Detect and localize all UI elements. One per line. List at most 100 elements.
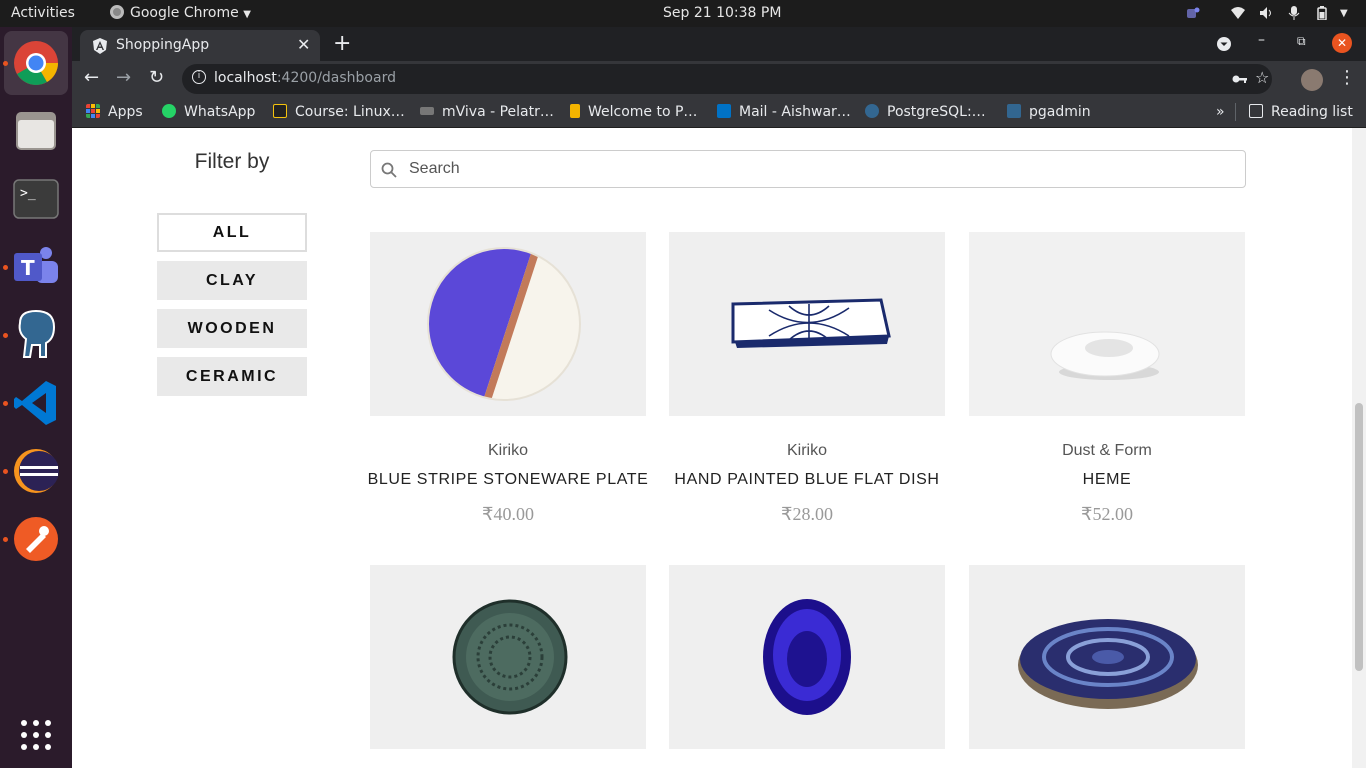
clock[interactable]: Sep 21 10:38 PM (663, 0, 781, 27)
bookmark-welcome[interactable]: Welcome to P… (570, 97, 697, 127)
postgres-icon (865, 104, 879, 118)
new-tab-icon[interactable]: + (333, 31, 351, 56)
product-image[interactable] (969, 565, 1245, 749)
angular-favicon-icon (93, 38, 107, 54)
reading-list-button[interactable]: Reading list (1249, 97, 1353, 127)
reading-list-icon (1249, 104, 1263, 118)
battery-icon[interactable] (1315, 6, 1329, 20)
vscode-icon (14, 381, 56, 425)
bookmark-apps[interactable]: Apps (86, 97, 143, 127)
page-scrollbar[interactable] (1352, 128, 1366, 768)
teams-tray-icon[interactable] (1186, 6, 1200, 20)
app-menu-label: Google Chrome (130, 5, 239, 21)
avatar[interactable] (1301, 69, 1323, 91)
tab-close-icon[interactable]: ✕ (297, 35, 310, 54)
forward-icon[interactable]: → (116, 67, 131, 88)
info-icon[interactable]: i (192, 70, 206, 84)
dock-eclipse[interactable] (4, 439, 68, 503)
address-bar[interactable]: i localhost:4200/dashboard ☆ (182, 64, 1272, 94)
product-image[interactable] (370, 565, 646, 749)
bookmark-label: Apps (108, 104, 143, 120)
filter-all-button[interactable]: ALL (157, 213, 307, 252)
restore-icon[interactable]: ⧉ (1297, 34, 1306, 49)
dock-teams[interactable]: T (4, 235, 68, 299)
terminal-icon: >_ (13, 179, 59, 219)
svg-text:>_: >_ (20, 186, 36, 201)
dock-postman[interactable] (4, 507, 68, 571)
bookmark-postgresql[interactable]: PostgreSQL:… (865, 97, 986, 127)
tab-search-icon[interactable] (1216, 36, 1232, 52)
painted-flat-dish-image (731, 298, 891, 348)
tab-strip: ShoppingApp ✕ + – ⧉ ✕ (72, 27, 1366, 61)
bookmark-star-icon[interactable]: ☆ (1255, 68, 1269, 87)
bookmark-label: PostgreSQL:… (887, 104, 986, 120)
microphone-icon[interactable] (1287, 6, 1301, 20)
product-image[interactable] (969, 232, 1245, 416)
product-image[interactable] (370, 232, 646, 416)
bookmark-label: WhatsApp (184, 104, 256, 120)
filter-wooden-button[interactable]: WOODEN (157, 309, 307, 348)
chrome-icon (14, 41, 58, 85)
dock-vscode[interactable] (4, 371, 68, 435)
swirl-blue-plate-image (1018, 619, 1198, 709)
product-image[interactable] (669, 232, 945, 416)
product-image[interactable] (669, 565, 945, 749)
search-input[interactable] (409, 151, 1229, 187)
activities-button[interactable]: Activities (11, 0, 75, 27)
tab-shoppingapp[interactable]: ShoppingApp ✕ (80, 30, 320, 61)
dock-chrome[interactable] (4, 31, 68, 95)
bookmark-mail[interactable]: Mail - Aishwar… (717, 97, 851, 127)
url-text[interactable]: localhost:4200/dashboard (214, 70, 396, 86)
product-name[interactable]: HEME (959, 471, 1255, 489)
dock-terminal[interactable]: >_ (4, 167, 68, 231)
scrollbar-thumb[interactable] (1355, 403, 1363, 671)
postgres-elephant-icon (18, 309, 56, 358)
app-menu[interactable]: Google Chrome ▼ (110, 0, 251, 27)
filter-clay-button[interactable]: CLAY (157, 261, 307, 300)
bookmark-label: pgadmin (1029, 104, 1091, 120)
key-icon[interactable] (1232, 72, 1248, 86)
product-name[interactable]: HAND PAINTED BLUE FLAT DISH (659, 471, 955, 489)
dock-pgadmin[interactable] (4, 303, 68, 367)
product-name[interactable]: BLUE STRIPE STONEWARE PLATE (360, 471, 656, 489)
window-close-icon[interactable]: ✕ (1332, 33, 1352, 53)
filter-ceramic-button[interactable]: CERAMIC (157, 357, 307, 396)
blue-oval-bowl-image (763, 599, 851, 715)
reading-list-label: Reading list (1271, 104, 1353, 120)
product-brand: Kiriko (487, 442, 528, 459)
lightning-icon (273, 104, 287, 118)
bookmark-label: mViva - Pelatr… (442, 104, 554, 120)
wifi-icon[interactable] (1231, 6, 1245, 20)
tab-title: ShoppingApp (116, 37, 210, 53)
dock-files[interactable] (4, 99, 68, 163)
bookmark-label: Course: Linux… (295, 104, 405, 120)
bookmark-mviva[interactable]: mViva - Pelatr… (420, 97, 554, 127)
apps-grid-icon (86, 104, 100, 118)
product-price: ₹40.00 (482, 504, 534, 524)
product-price: ₹28.00 (781, 504, 833, 524)
minimize-icon[interactable]: – (1258, 32, 1265, 48)
more-bookmarks-icon[interactable]: » (1216, 97, 1225, 127)
outlook-icon (717, 104, 731, 118)
back-icon[interactable]: ← (84, 67, 99, 88)
chrome-menu-icon[interactable]: ⋮ (1338, 67, 1356, 88)
product-brand: Kiriko (786, 442, 827, 459)
purple-white-plate-image (427, 247, 581, 401)
teams-icon: T (14, 247, 58, 283)
system-menu-caret-icon[interactable]: ▼ (1340, 0, 1348, 27)
volume-icon[interactable] (1259, 6, 1273, 20)
bookmark-pgadmin[interactable]: pgadmin (1007, 97, 1091, 127)
reload-icon[interactable]: ↻ (149, 67, 164, 88)
bookmark-course-linux[interactable]: Course: Linux… (273, 97, 405, 127)
bookmark-whatsapp[interactable]: WhatsApp (162, 97, 255, 127)
product-price: ₹52.00 (1081, 504, 1133, 524)
url-path: :4200/dashboard (276, 70, 396, 86)
green-textured-plate-image (452, 599, 568, 715)
bookmarks-bar: Apps WhatsApp Course: Linux… mViva - Pel… (72, 97, 1366, 128)
svg-text:T: T (21, 256, 35, 280)
bookmarks-divider (1235, 103, 1236, 121)
dock-show-apps[interactable] (4, 703, 68, 767)
search-box[interactable] (370, 150, 1246, 188)
chrome-small-icon (110, 5, 124, 19)
filter-title: Filter by (194, 150, 270, 173)
